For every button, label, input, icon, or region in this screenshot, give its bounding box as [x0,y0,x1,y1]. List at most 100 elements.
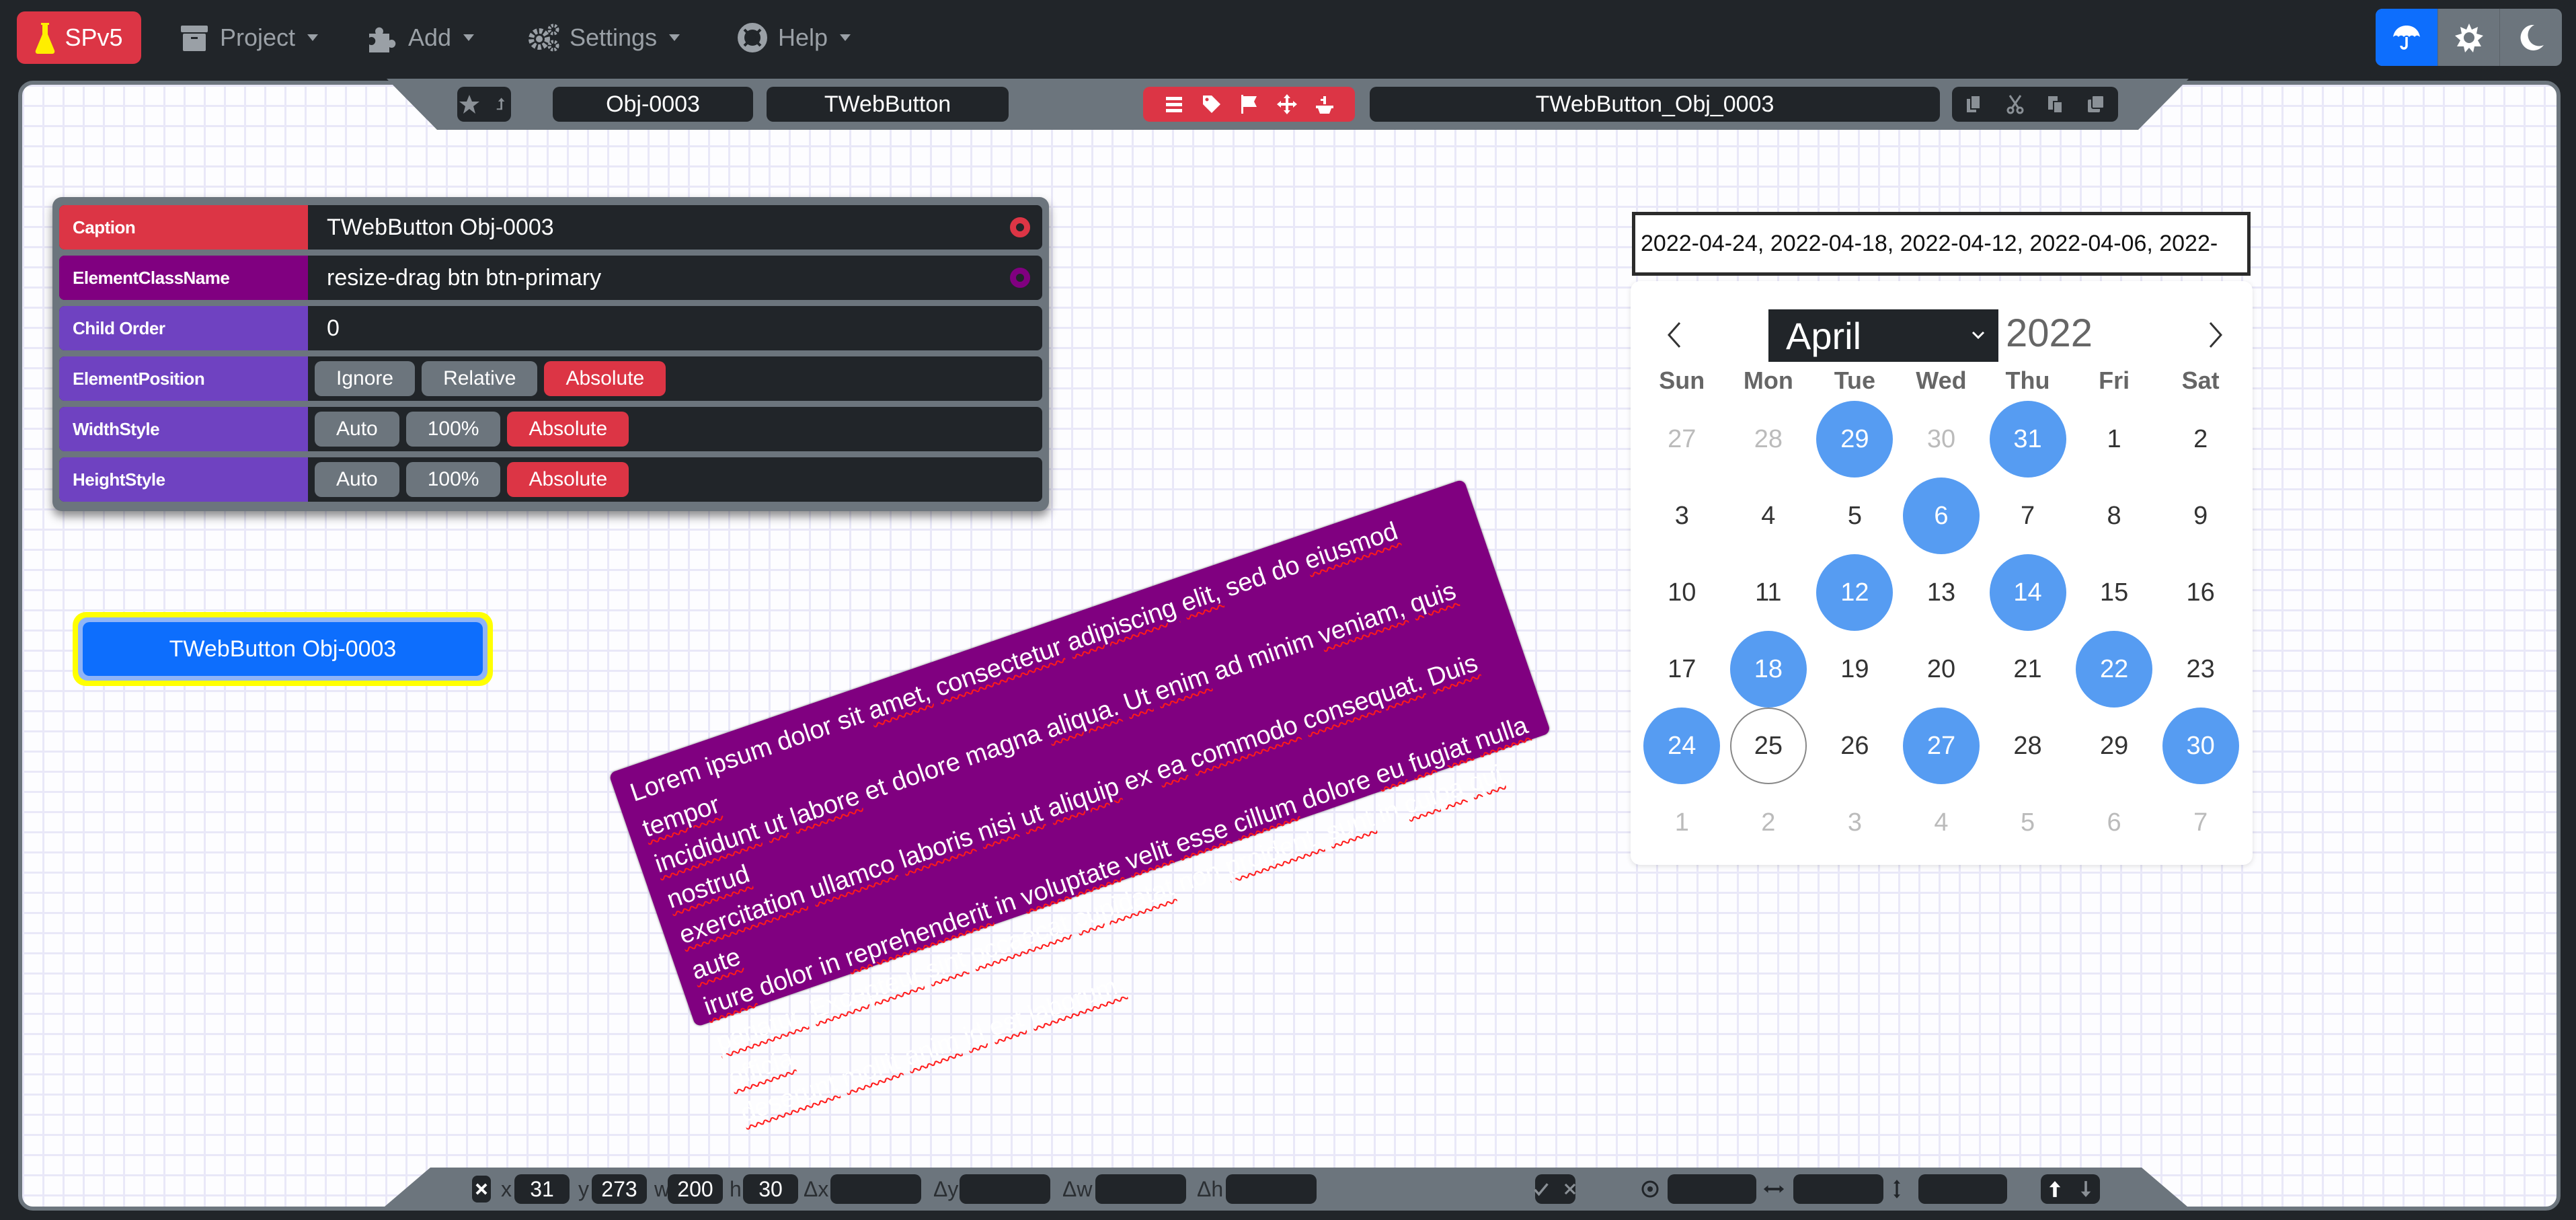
calendar-day-selected[interactable]: 12 [1816,554,1894,631]
paste-icon[interactable] [1314,93,1335,115]
calendar-day[interactable]: 13 [1903,554,1980,631]
date-input[interactable]: 2022-04-24, 2022-04-18, 2022-04-12, 2022… [1632,212,2251,276]
calendar-day-selected[interactable]: 30 [2162,708,2239,784]
geometry-field-x[interactable]: 31 [514,1174,570,1204]
width-absolute-button[interactable]: Absolute [507,412,629,447]
position-absolute-button[interactable]: Absolute [544,361,666,396]
calendar-day[interactable]: 19 [1816,631,1893,708]
copy-icon[interactable] [1964,93,1986,115]
calendar-day[interactable]: 10 [1643,554,1720,631]
vertical-size-field[interactable] [1918,1174,2007,1204]
next-month-button[interactable] [2199,315,2232,355]
menu-settings[interactable]: Settings [528,17,680,58]
object-name-field[interactable]: TWebButton_Obj_0003 [1370,87,1940,122]
theme-umbrella-button[interactable] [2376,9,2437,66]
object-type-field[interactable]: TWebButton [767,87,1009,122]
object-id-field[interactable]: Obj-0003 [553,87,753,122]
calendar-day[interactable]: 5 [1990,784,2066,861]
calendar-day-selected[interactable]: 29 [1816,401,1894,478]
calendar-day[interactable]: 23 [2162,631,2239,708]
menu-help[interactable]: Help [736,17,851,58]
close-button[interactable] [472,1176,491,1203]
calendar-day-selected[interactable]: 6 [1902,478,1980,554]
star-icon[interactable] [459,93,480,115]
calendar-day[interactable]: 16 [2162,554,2239,631]
calendar-day[interactable]: 8 [2076,478,2152,554]
clone-icon[interactable] [2085,93,2107,115]
geometry-field-delta-x[interactable] [830,1174,921,1204]
offset-field[interactable] [1668,1174,1756,1204]
height-100-button[interactable]: 100% [405,462,501,497]
position-ignore-button[interactable]: Ignore [315,361,416,396]
arrow-up-icon[interactable] [2048,1180,2062,1198]
width-auto-button[interactable]: Auto [315,412,399,447]
calendar-day[interactable]: 20 [1903,631,1980,708]
calendar-day[interactable]: 2 [2162,401,2239,478]
caption-input[interactable]: TWebButton Obj-0003 [308,205,554,250]
calendar-day[interactable]: 27 [1643,401,1720,478]
cut-icon[interactable] [2004,93,2026,115]
height-absolute-button[interactable]: Absolute [507,462,629,497]
calendar-day[interactable]: 30 [1903,401,1980,478]
calendar-day-today[interactable]: 25 [1729,708,1807,784]
move-icon[interactable] [1276,93,1298,115]
height-auto-button[interactable]: Auto [315,462,399,497]
prev-month-button[interactable] [1657,315,1691,355]
calendar-day[interactable]: 7 [1990,478,2066,554]
calendar-day[interactable]: 1 [1643,784,1720,861]
horizontal-size-field[interactable] [1793,1174,1883,1204]
canvas-web-button[interactable]: TWebButton Obj-0003 [83,622,483,676]
calendar-day[interactable]: 21 [1990,631,2066,708]
menu-add[interactable]: Add [366,17,475,58]
year-input[interactable]: 2022 [2006,311,2093,356]
brand-button[interactable]: SPv5 [17,11,141,64]
cancel-icon[interactable] [1563,1180,1577,1198]
geometry-field-h[interactable]: 30 [743,1174,798,1204]
width-100-button[interactable]: 100% [405,412,501,447]
geometry-field-y[interactable]: 273 [592,1174,647,1204]
child-order-input[interactable]: 0 [308,306,340,350]
geometry-field-delta-w[interactable] [1095,1174,1186,1204]
arrow-down-icon[interactable] [2079,1180,2093,1198]
calendar-day-selected[interactable]: 14 [1989,554,2066,631]
month-select[interactable]: April [1768,309,1998,362]
menu-project[interactable]: Project [178,17,319,58]
geometry-field-delta-y[interactable] [960,1174,1050,1204]
calendar-day[interactable]: 6 [2076,784,2152,861]
paste-icon[interactable] [2045,93,2066,115]
calendar-day[interactable]: 4 [1730,478,1807,554]
calendar-day[interactable]: 7 [2162,784,2239,861]
calendar-day-selected[interactable]: 18 [1729,631,1807,708]
tag-icon[interactable] [1201,93,1222,115]
calendar-day-selected[interactable]: 24 [1643,708,1721,784]
position-relative-button[interactable]: Relative [422,361,538,396]
calendar-day[interactable]: 29 [2076,708,2152,784]
calendar-day[interactable]: 2 [1730,784,1807,861]
calendar-day-selected[interactable]: 27 [1902,708,1980,784]
calendar-day[interactable]: 28 [1730,401,1807,478]
calendar-day[interactable]: 28 [1990,708,2066,784]
calendar-day[interactable]: 3 [1643,478,1720,554]
geometry-field-delta-h[interactable] [1226,1174,1317,1204]
flag-icon[interactable] [1239,93,1260,115]
calendar-day[interactable]: 11 [1730,554,1807,631]
calendar-day[interactable]: 5 [1816,478,1893,554]
calendar-day[interactable]: 15 [2076,554,2152,631]
caption-indicator-icon[interactable] [1010,217,1030,237]
calendar-day[interactable]: 3 [1816,784,1893,861]
calendar-day-selected[interactable]: 22 [2076,631,2153,708]
calendar-day[interactable]: 1 [2076,401,2152,478]
calendar-day[interactable]: 9 [2162,478,2239,554]
theme-light-button[interactable] [2437,9,2500,66]
element-class-name-input[interactable]: resize-drag btn btn-primary [308,256,601,300]
calendar-day[interactable]: 4 [1903,784,1980,861]
geometry-field-w[interactable]: 200 [668,1174,723,1204]
list-icon[interactable] [1163,93,1185,115]
calendar-day[interactable]: 17 [1643,631,1720,708]
class-name-indicator-icon[interactable] [1010,268,1030,288]
level-up-icon[interactable] [495,93,510,115]
check-icon[interactable] [1533,1180,1549,1198]
calendar-day-selected[interactable]: 31 [1989,401,2066,478]
calendar-day[interactable]: 26 [1816,708,1893,784]
theme-dark-button[interactable] [2499,9,2562,66]
